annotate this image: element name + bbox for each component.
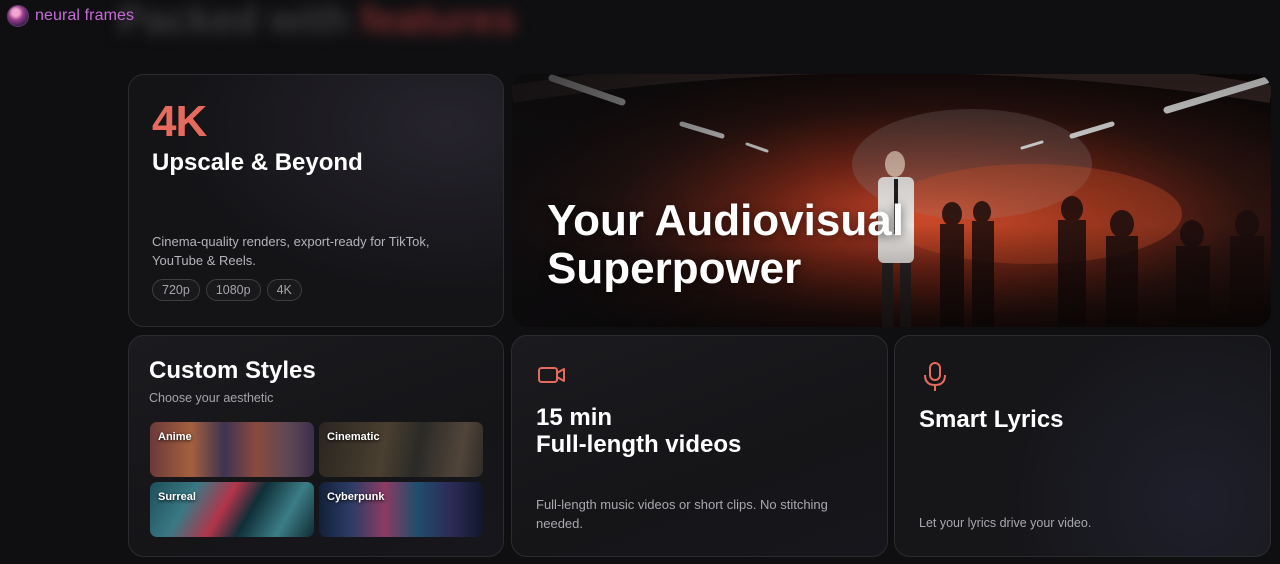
smart-lyrics-description: Let your lyrics drive your video. (919, 516, 1092, 530)
full-length-card: 15 min Full-length videos Full-length mu… (511, 335, 888, 557)
smart-lyrics-card: Smart Lyrics Let your lyrics drive your … (894, 335, 1271, 557)
chip-4k: 4K (266, 279, 302, 301)
section-title-accent: features (360, 0, 516, 42)
full-length-title-line1: 15 min (536, 404, 613, 431)
style-tile-anime[interactable]: Anime (150, 422, 314, 477)
brand-name: neural frames (35, 7, 135, 24)
hero-headline-line1: Your Audiovisual (547, 196, 904, 245)
upscale-title: Upscale & Beyond (152, 149, 363, 176)
style-tile-label: Cinematic (327, 431, 380, 443)
style-tile-cyberpunk[interactable]: Cyberpunk (319, 482, 483, 537)
full-length-title-line2: Full-length videos (536, 431, 742, 458)
style-tile-label: Surreal (158, 491, 196, 503)
video-camera-icon (538, 367, 565, 383)
hero-card: Your Audiovisual Superpower (512, 74, 1271, 327)
upscale-description: Cinema-quality renders, export-ready for… (152, 234, 430, 268)
section-title: Packed with features (118, 0, 516, 43)
microphone-icon (924, 362, 946, 391)
style-tile-cinematic[interactable]: Cinematic (319, 422, 483, 477)
style-tile-label: Anime (158, 431, 192, 443)
brand[interactable]: neural frames (7, 5, 134, 27)
custom-styles-title: Custom Styles (149, 357, 316, 384)
chip-720p: 720p (152, 279, 200, 301)
custom-styles-card: Custom Styles Choose your aesthetic Anim… (128, 335, 504, 557)
hero-headline: Your Audiovisual Superpower (547, 197, 904, 293)
style-tile-label: Cyberpunk (327, 491, 385, 503)
resolution-chips: 720p 1080p 4K (152, 279, 302, 301)
style-tile-surreal[interactable]: Surreal (150, 482, 314, 537)
full-length-description: Full-length music videos or short clips.… (536, 497, 828, 531)
custom-styles-subtitle: Choose your aesthetic (149, 391, 274, 405)
chip-1080p: 1080p (205, 279, 261, 301)
smart-lyrics-title: Smart Lyrics (919, 406, 1064, 433)
upscale-big-label: 4K (152, 97, 207, 146)
full-length-title: 15 min Full-length videos (536, 404, 741, 458)
brand-logo-icon (7, 5, 29, 27)
upscale-card: 4K Upscale & Beyond Cinema-quality rende… (128, 74, 504, 327)
hero-headline-line2: Superpower (547, 244, 802, 293)
section-title-main: Packed with (118, 0, 361, 42)
